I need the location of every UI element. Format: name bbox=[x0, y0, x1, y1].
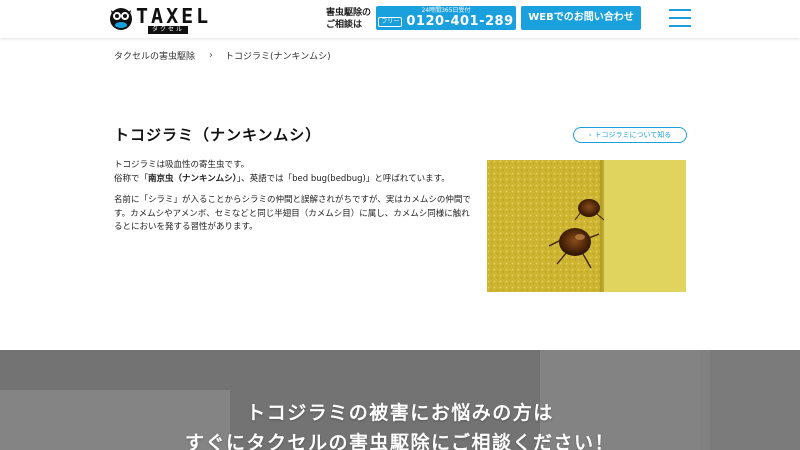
banner-line-2: すぐにタクセルの害虫駆除にご相談ください！ bbox=[184, 432, 616, 450]
paragraph-1: トコジラミは吸血性の寄生虫です。 俗称で「南京虫（ナンキンムシ）」、英語では「b… bbox=[114, 159, 474, 186]
bedbug-photo bbox=[487, 160, 686, 292]
chevron-right-icon: › bbox=[209, 50, 214, 61]
para1-bold: 南京虫（ナンキンムシ） bbox=[148, 173, 237, 184]
para1-line1: トコジラミは吸血性の寄生虫です。 bbox=[114, 160, 250, 170]
chevron-right-icon: › bbox=[588, 131, 592, 139]
paragraph-2: 名前に「シラミ」が入ることからシラミの仲間と誤解されがちですが、実はカメムシの仲… bbox=[114, 195, 471, 232]
menu-icon[interactable] bbox=[669, 9, 691, 27]
phone-button[interactable]: 24時間365日受付 フリー 0120-401-289 bbox=[376, 6, 516, 30]
banner-line-1: トコジラミの被害にお悩みの方は bbox=[246, 402, 554, 424]
phone-number: 0120-401-289 bbox=[406, 14, 514, 29]
web-contact-button[interactable]: WEBでのお問い合わせ bbox=[521, 6, 641, 30]
site-header: TAXEL タクセル 害虫駆除のご相談は 24時間365日受付 フリー 0120… bbox=[0, 0, 800, 38]
about-bedbug-link[interactable]: › トコジラミについて知る bbox=[573, 127, 687, 143]
about-link-label: トコジラミについて知る bbox=[594, 131, 672, 139]
logo-subtext: タクセル bbox=[148, 26, 189, 34]
mascot-icon bbox=[110, 8, 132, 30]
consult-label: 害虫駆除のご相談は bbox=[326, 8, 372, 30]
para1-post: 」、英語では「bed bug(bedbug)」と呼ばれています。 bbox=[236, 173, 450, 184]
site-logo[interactable]: TAXEL タクセル bbox=[108, 4, 211, 34]
page-title: トコジラミ（ナンキンムシ） bbox=[114, 126, 322, 144]
logo-text: TAXEL bbox=[136, 4, 212, 28]
breadcrumb: タクセルの害虫駆除 › トコジラミ(ナンキンムシ) bbox=[114, 49, 331, 62]
para1-pre: 俗称で「 bbox=[114, 173, 149, 184]
description: トコジラミは吸血性の寄生虫です。 俗称で「南京虫（ナンキンムシ）」、英語では「b… bbox=[114, 159, 474, 243]
breadcrumb-home-link[interactable]: タクセルの害虫駆除 bbox=[114, 49, 195, 62]
breadcrumb-current: トコジラミ(ナンキンムシ) bbox=[225, 52, 331, 62]
cta-banner: トコジラミの被害にお悩みの方は すぐにタクセルの害虫駆除にご相談ください！ bbox=[0, 350, 800, 450]
freedial-icon: フリー bbox=[378, 17, 403, 27]
